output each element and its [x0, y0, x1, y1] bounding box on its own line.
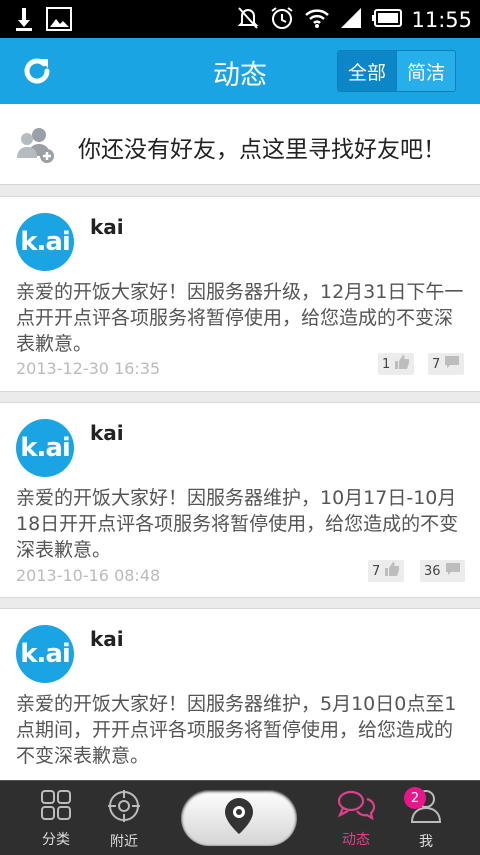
- find-friends-banner[interactable]: 你还没有好友，点这里寻找好友吧！: [0, 104, 480, 185]
- tab-all[interactable]: 全部: [338, 51, 396, 91]
- post-author[interactable]: kai: [90, 421, 124, 445]
- avatar[interactable]: k.ai: [16, 213, 74, 271]
- signal-icon: [339, 6, 363, 34]
- post-card[interactable]: k.ai kai 亲爱的开饭大家好！因服务器维护，10月17日-10月18日开开…: [0, 402, 480, 598]
- bottom-tab-bar: 分类 附近 动态 我 2: [0, 780, 480, 855]
- add-friend-icon: [16, 126, 56, 168]
- avatar[interactable]: k.ai: [16, 625, 74, 683]
- wifi-icon: [304, 7, 330, 33]
- thumbs-up-icon: [384, 562, 400, 580]
- chat-bubbles-icon: [337, 789, 376, 825]
- post-body: 亲爱的开饭大家好！因服务器维护，10月17日-10月18日开开点评各项服务将暂停…: [16, 487, 459, 561]
- thumbs-up-icon: [394, 355, 410, 373]
- tab-category[interactable]: 分类: [26, 789, 86, 849]
- tab-me-label: 我: [419, 834, 433, 850]
- comment-button[interactable]: 36: [420, 560, 465, 582]
- like-count: 1: [382, 356, 391, 372]
- find-friends-text: 你还没有好友，点这里寻找好友吧！: [78, 137, 446, 163]
- notification-badge: 2: [404, 787, 426, 809]
- tab-simple[interactable]: 简洁: [396, 51, 455, 91]
- view-mode-toggle: 全部 简洁: [337, 50, 456, 92]
- clock-time: 11:55: [411, 8, 472, 32]
- battery-icon: [372, 9, 403, 31]
- like-button[interactable]: 7: [368, 560, 405, 582]
- location-pin-icon: [222, 796, 256, 840]
- tab-category-label: 分类: [42, 832, 70, 848]
- alarm-icon: [269, 5, 295, 35]
- comment-count: 7: [432, 356, 441, 372]
- post-author[interactable]: kai: [90, 215, 124, 239]
- post-date: 2013-12-30 16:35: [16, 359, 161, 378]
- crosshair-icon: [107, 789, 141, 827]
- checkin-button[interactable]: [181, 790, 297, 846]
- image-icon: [46, 6, 72, 36]
- comment-button[interactable]: 7: [428, 353, 465, 375]
- tab-feed-label: 动态: [342, 832, 370, 848]
- like-button[interactable]: 1: [378, 353, 415, 375]
- post-author[interactable]: kai: [90, 627, 124, 651]
- comment-icon: [445, 562, 461, 580]
- post-card[interactable]: k.ai kai 亲爱的开饭大家好！因服务器升级，12月31日下午一点开开点评各…: [0, 196, 480, 392]
- comment-icon: [444, 355, 460, 373]
- post-body: 亲爱的开饭大家好！因服务器升级，12月31日下午一点开开点评各项服务将暂停使用，…: [16, 281, 464, 355]
- tab-nearby[interactable]: 附近: [94, 789, 154, 851]
- tab-feed[interactable]: 动态: [326, 789, 386, 849]
- status-bar: 11:55: [0, 0, 480, 38]
- avatar[interactable]: k.ai: [16, 419, 74, 477]
- tab-nearby-label: 附近: [110, 834, 138, 850]
- post-card[interactable]: k.ai kai 亲爱的开饭大家好！因服务器维护，5月10日0点至1点期间，开开…: [0, 608, 480, 800]
- grid-icon: [40, 789, 72, 825]
- like-count: 7: [372, 563, 381, 579]
- post-body: 亲爱的开饭大家好！因服务器维护，5月10日0点至1点期间，开开点评各项服务将暂停…: [16, 693, 457, 767]
- download-icon: [14, 6, 34, 36]
- post-date: 2013-10-16 08:48: [16, 566, 161, 585]
- comment-count: 36: [424, 563, 441, 579]
- app-header: 动态 全部 简洁: [0, 38, 480, 104]
- mute-icon: [236, 5, 260, 35]
